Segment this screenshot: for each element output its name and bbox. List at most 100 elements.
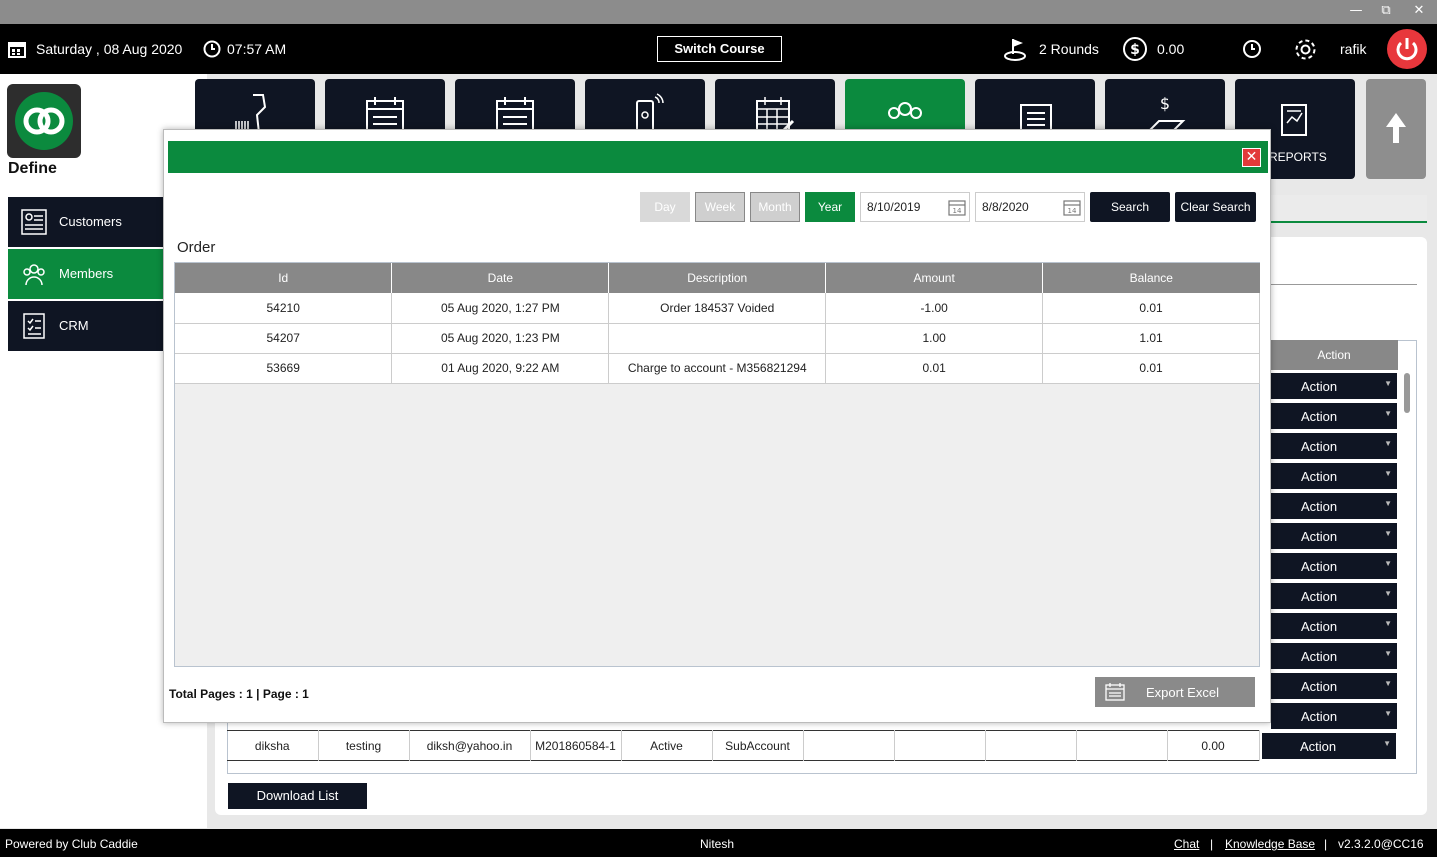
action-label: Action — [1301, 649, 1338, 664]
scrollbar-thumb[interactable] — [1404, 373, 1410, 413]
sidebar-item-members[interactable]: Members — [8, 249, 164, 299]
logo-icon — [15, 92, 73, 150]
table-row[interactable]: 54207 05 Aug 2020, 1:23 PM 1.00 1.01 — [175, 323, 1260, 354]
download-list-button[interactable]: Download List — [228, 783, 367, 809]
filter-year-button[interactable]: Year — [805, 192, 855, 222]
action-dropdown[interactable]: Action ▼ — [1262, 733, 1396, 759]
power-button[interactable] — [1387, 29, 1427, 69]
action-label: Action — [1301, 469, 1338, 484]
to-date-value: 8/8/2020 — [982, 200, 1029, 214]
table-header-row: Id Date Description Amount Balance — [175, 263, 1260, 293]
sidebar-item-label: Customers — [59, 214, 122, 229]
table-row[interactable]: 53669 01 Aug 2020, 9:22 AM Charge to acc… — [175, 353, 1260, 384]
export-excel-button[interactable]: Export Excel — [1095, 677, 1255, 707]
column-header-date[interactable]: Date — [391, 263, 610, 293]
svg-text:14: 14 — [953, 207, 962, 215]
top-bar: Saturday , 08 Aug 2020 07:57 AM Switch C… — [0, 24, 1437, 74]
cell-id: 54207 — [175, 323, 393, 354]
dropdown-caret-icon: ▼ — [1383, 739, 1391, 748]
sidebar-item-customers[interactable]: Customers — [8, 197, 164, 247]
maximize-button[interactable]: ⧉ — [1376, 3, 1396, 18]
dropdown-caret-icon: ▼ — [1384, 379, 1392, 388]
cell-id: 54210 — [175, 293, 393, 324]
switch-course-button[interactable]: Switch Course — [657, 36, 782, 62]
arrow-up-icon — [1386, 113, 1406, 143]
sidebar-item-crm[interactable]: CRM — [8, 301, 164, 351]
filter-day-button[interactable]: Day — [640, 192, 690, 222]
gear-icon[interactable] — [1292, 36, 1319, 63]
powered-by: Powered by Club Caddie — [5, 837, 138, 851]
cash-icon: $ — [1146, 94, 1186, 132]
action-dropdown[interactable]: Action ▼ — [1271, 673, 1397, 699]
chat-link[interactable]: Chat — [1174, 837, 1199, 851]
cell-name: diksha — [227, 730, 319, 761]
filter-month-button[interactable]: Month — [750, 192, 800, 222]
svg-text:$: $ — [1130, 42, 1140, 58]
action-label: Action — [1301, 409, 1338, 424]
search-button[interactable]: Search — [1090, 192, 1170, 222]
dropdown-caret-icon: ▼ — [1384, 469, 1392, 478]
members-group-icon — [23, 264, 45, 286]
action-dropdown[interactable]: Action ▼ — [1271, 523, 1397, 549]
from-date-value: 8/10/2019 — [867, 200, 921, 214]
action-dropdown[interactable]: Action ▼ — [1271, 403, 1397, 429]
pagination-info: Total Pages : 1 | Page : 1 — [169, 687, 309, 701]
action-dropdown[interactable]: Action ▼ — [1271, 613, 1397, 639]
cell-amount: 1.00 — [825, 323, 1044, 354]
action-dropdown[interactable]: Action ▼ — [1271, 583, 1397, 609]
dropdown-caret-icon: ▼ — [1384, 439, 1392, 448]
current-date: Saturday , 08 Aug 2020 — [36, 41, 183, 57]
dollar-icon: $ — [1123, 37, 1147, 61]
action-dropdown[interactable]: Action ▼ — [1271, 703, 1397, 729]
cell-empty — [985, 730, 1077, 761]
action-dropdown[interactable]: Action ▼ — [1271, 493, 1397, 519]
divider — [1270, 284, 1417, 285]
action-label: Action — [1301, 619, 1338, 634]
document-icon — [1020, 104, 1052, 133]
table-row[interactable]: 54210 05 Aug 2020, 1:27 PM Order 184537 … — [175, 293, 1260, 324]
sidebar-item-label: Members — [59, 266, 114, 281]
action-dropdown[interactable]: Action ▼ — [1271, 643, 1397, 669]
dropdown-caret-icon: ▼ — [1384, 649, 1392, 658]
close-dialog-button[interactable]: ✕ — [1242, 148, 1261, 167]
calendar-icon[interactable]: 14 — [1063, 198, 1081, 216]
from-date-field[interactable]: 8/10/2019 14 — [860, 192, 970, 222]
version-info: v2.3.2.0@CC16 — [1338, 837, 1424, 851]
action-dropdown[interactable]: Action ▼ — [1271, 463, 1397, 489]
column-header-id[interactable]: Id — [175, 263, 393, 293]
scroll-up-tile[interactable] — [1366, 79, 1426, 179]
close-window-button[interactable]: ✕ — [1409, 3, 1429, 18]
action-label: Action — [1301, 559, 1338, 574]
action-dropdown[interactable]: Action ▼ — [1271, 553, 1397, 579]
history-clock-icon[interactable] — [1242, 39, 1262, 59]
filter-week-button[interactable]: Week — [695, 192, 745, 222]
barcode-scanner-icon — [235, 94, 267, 133]
window-titlebar: — ⧉ ✕ — [0, 0, 1437, 24]
column-header-balance[interactable]: Balance — [1042, 263, 1260, 293]
action-label: Action — [1300, 739, 1337, 754]
minimize-button[interactable]: — — [1346, 3, 1366, 18]
action-label: Action — [1301, 379, 1338, 394]
dropdown-caret-icon: ▼ — [1384, 559, 1392, 568]
cell-date: 01 Aug 2020, 9:22 AM — [391, 353, 610, 384]
dropdown-caret-icon: ▼ — [1384, 409, 1392, 418]
to-date-field[interactable]: 8/8/2020 14 — [975, 192, 1085, 222]
action-dropdown[interactable]: Action ▼ — [1271, 373, 1397, 399]
customer-card-icon — [21, 209, 47, 235]
report-chart-icon — [1281, 104, 1307, 136]
column-header-description[interactable]: Description — [608, 263, 827, 293]
cell-status: Active — [621, 730, 713, 761]
action-dropdown[interactable]: Action ▼ — [1271, 433, 1397, 459]
calendar-list-icon — [496, 97, 534, 133]
cell-type: SubAccount — [712, 730, 804, 761]
username[interactable]: rafik — [1340, 41, 1366, 57]
action-label: Action — [1301, 709, 1338, 724]
knowledge-base-link[interactable]: Knowledge Base — [1225, 837, 1315, 851]
column-header-amount[interactable]: Amount — [825, 263, 1044, 293]
svg-text:$: $ — [1160, 94, 1170, 113]
clear-search-button[interactable]: Clear Search — [1175, 192, 1256, 222]
dropdown-caret-icon: ▼ — [1384, 619, 1392, 628]
calendar-icon[interactable]: 14 — [948, 198, 966, 216]
cell-last: testing — [318, 730, 410, 761]
golf-flag-icon — [1004, 39, 1026, 61]
